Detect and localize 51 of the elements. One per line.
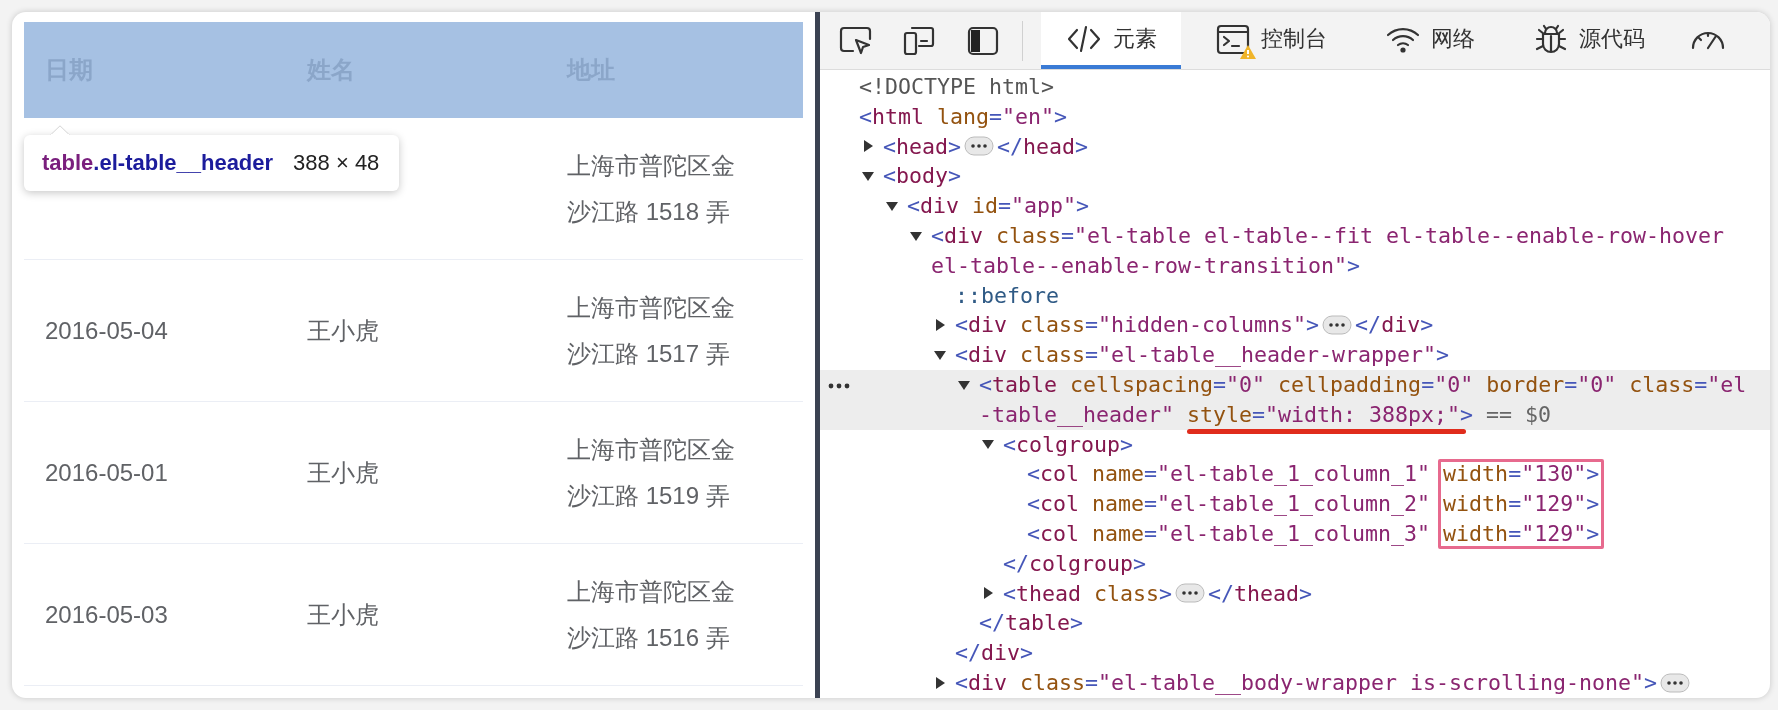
tooltip-size: 388 × 48: [293, 150, 380, 176]
code-text: el-table--enable-row-transition">: [931, 251, 1361, 280]
table-cell-text: 上海市普陀区金 沙江路 1519 弄: [566, 434, 736, 511]
code-text: <table cellspacing="0" cellpadding="0" border="0" class="el: [979, 370, 1747, 399]
table-cell-text: 2016-05-01: [44, 458, 169, 487]
code-text: <thead class>: [1003, 579, 1173, 608]
code-text: <div id="app">: [907, 192, 1090, 221]
tab[interactable]: 源代码: [1509, 12, 1669, 69]
code-text: </head>: [997, 132, 1089, 161]
code-text: <div class="el-table__header-wrapper">: [955, 341, 1450, 370]
tab[interactable]: 网络: [1361, 12, 1499, 69]
table-cell-text: 王小虎: [306, 457, 380, 488]
table-cell-text: 王小虎: [306, 599, 380, 630]
ellipsis-icon[interactable]: [1175, 583, 1206, 604]
code-text: <col name="el-table_1_column_1" width="130">: [1027, 460, 1600, 489]
expand-triangle-icon[interactable]: [981, 586, 995, 601]
ellipsis-icon[interactable]: [1322, 315, 1353, 336]
selected-row[interactable]: <table cellspacing="0" cellpadding="0" border="0" class="el -table__header" style="width: 388px;"> == $0: [820, 369, 1770, 430]
code-text: <!DOCTYPE html>: [859, 73, 1054, 101]
code-text: <div class="el-table el-table--fit el-table--enable-row-hover: [931, 222, 1725, 250]
ellipsis-icon[interactable]: [1660, 672, 1691, 693]
code-text: <html lang="en">: [859, 102, 1068, 131]
table-cell-text: 上海市普陀区金 沙江路 1517 弄: [566, 292, 736, 369]
code-text: <body>: [883, 162, 962, 191]
table-cell-text: 上海市普陀区金 沙江路 1516 弄: [566, 576, 736, 653]
code-text: <col name="el-table_1_column_3" width="129">: [1027, 519, 1600, 548]
tab[interactable]: 元素: [1041, 12, 1181, 69]
code-text: </div>: [955, 639, 1034, 668]
code-text: </table>: [979, 609, 1084, 638]
selection-marker: == $0: [1486, 400, 1552, 429]
code-text: -table__header" style="width: 388px;">: [979, 400, 1474, 429]
code-text: <col name="el-table_1_column_2" width="129">: [1027, 490, 1600, 519]
table-cell-text: 2016-05-04: [44, 316, 169, 345]
table-cell-text: 上海市普陀区金 沙江路 1518 弄: [566, 150, 736, 227]
code-text: <div class="el-table__body-wrapper is-scrolling-none">: [955, 668, 1658, 697]
code-text: </thead>: [1208, 579, 1313, 608]
table-cell-text: 2016-05-03: [44, 600, 169, 629]
code-text: </colgroup>: [1003, 549, 1147, 578]
table-cell-text: 王小虎: [306, 315, 380, 346]
code-text: <div class="hidden-columns">: [955, 311, 1320, 340]
expand-triangle-icon[interactable]: [933, 675, 947, 690]
tab[interactable]: 控制台: [1191, 12, 1351, 69]
expand-triangle-icon[interactable]: [933, 318, 947, 333]
more-icon[interactable]: [828, 381, 850, 390]
code-text: ::before: [955, 281, 1059, 310]
ellipsis-icon[interactable]: [964, 136, 995, 157]
code-text: <colgroup>: [1003, 430, 1134, 459]
tooltip-selector: table.el-table__header: [42, 150, 274, 176]
expand-triangle-icon[interactable]: [861, 139, 875, 154]
code-text: <head>: [883, 132, 962, 161]
code-text: </div>: [1355, 311, 1434, 340]
